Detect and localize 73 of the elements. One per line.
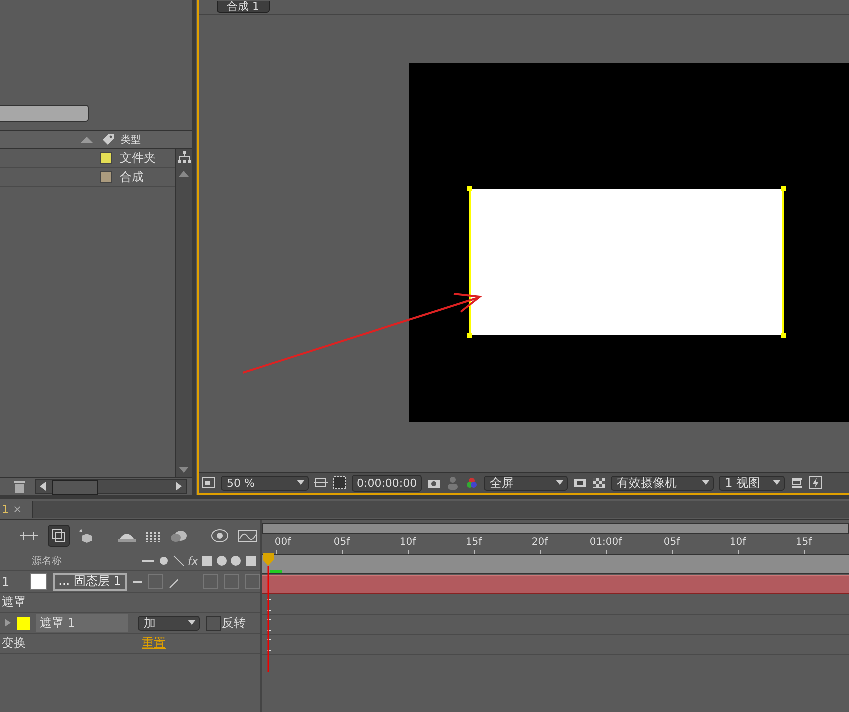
frame-icon[interactable]: [314, 476, 328, 490]
ruler-label: 05f: [334, 537, 350, 548]
checkerboard-icon[interactable]: [592, 476, 606, 490]
keyframe-marker: [267, 598, 271, 610]
scroll-right-icon[interactable]: [176, 482, 182, 491]
switch-box[interactable]: [203, 574, 218, 589]
mask-name-field[interactable]: 遮罩 1: [36, 614, 128, 632]
column-label[interactable]: 类型: [121, 132, 176, 146]
column-header: 源名称: [32, 555, 62, 568]
switch-box[interactable]: [224, 574, 239, 589]
layer-duration-bar[interactable]: [262, 575, 849, 594]
ruler-label: 01:00f: [590, 537, 622, 548]
resolution-dropdown[interactable]: 全屏: [484, 476, 568, 490]
safe-area-icon[interactable]: [573, 476, 588, 490]
zoom-dropdown[interactable]: 50 %: [221, 476, 309, 490]
type-cell-text: 文件夹: [120, 150, 157, 166]
caret-icon: [556, 480, 564, 486]
views-dropdown[interactable]: 1 视图: [719, 476, 786, 490]
expand-arrow-icon[interactable]: [5, 619, 11, 627]
work-area-bar[interactable]: [262, 555, 849, 574]
type-cell-text: 合成: [120, 168, 145, 186]
transform-label[interactable]: 变换: [2, 635, 26, 652]
motion-blur-icon[interactable]: [170, 529, 188, 543]
color-channels-icon[interactable]: [465, 476, 480, 490]
fast-preview-icon[interactable]: [809, 476, 824, 490]
switches-header-icons: [142, 555, 186, 567]
sort-arrow-icon[interactable]: [81, 136, 93, 143]
camera-dropdown[interactable]: 有效摄像机: [611, 476, 714, 490]
invert-label: 反转: [222, 614, 246, 632]
caret-icon: [702, 480, 710, 486]
mask-mode-dropdown[interactable]: 加: [138, 616, 200, 630]
layout-icon[interactable]: [790, 476, 804, 490]
graph-editor-icon[interactable]: [238, 529, 258, 543]
draft-3d-button[interactable]: [48, 525, 70, 547]
bulb-icon[interactable]: [210, 529, 230, 543]
timecode-field[interactable]: 0:00:00:00: [352, 474, 422, 492]
vertical-scrollbar[interactable]: [175, 149, 192, 477]
horizontal-scrollbar[interactable]: [35, 479, 187, 494]
caret-icon: [297, 480, 305, 486]
caret-icon: [773, 480, 782, 486]
tag-icon[interactable]: [101, 132, 115, 146]
layer-number: 1: [2, 574, 10, 588]
keyframe-marker: [267, 618, 271, 630]
ruler-label: 10f: [400, 537, 416, 548]
caret-icon: [188, 620, 196, 626]
scroll-left-icon[interactable]: [40, 482, 46, 491]
ruler-label: 10f: [730, 537, 746, 548]
ruler-label: 15f: [796, 537, 812, 548]
composition-tab[interactable]: 合成 1: [217, 1, 270, 13]
mask-group-label[interactable]: 遮罩: [2, 594, 26, 611]
ruler-label: 15f: [466, 537, 482, 548]
frame-blend-icon[interactable]: [144, 529, 162, 543]
scroll-up-icon[interactable]: [179, 171, 189, 177]
playhead[interactable]: [262, 552, 276, 672]
reset-link[interactable]: 重置: [142, 635, 166, 652]
mask-boundary-icon[interactable]: [333, 476, 347, 490]
time-navigator-bar[interactable]: [262, 523, 849, 534]
switch-box[interactable]: [245, 574, 260, 589]
ruler-label: 00f: [274, 537, 292, 548]
switch-box[interactable]: [148, 574, 163, 589]
timeline-tab[interactable]: 1: [0, 502, 9, 516]
region-icon[interactable]: [202, 476, 216, 490]
ruler-label: 20f: [532, 537, 548, 548]
invert-checkbox[interactable]: [206, 616, 221, 630]
trash-icon[interactable]: [14, 480, 25, 493]
ruler-label: 05f: [664, 537, 680, 548]
search-field[interactable]: [0, 105, 89, 122]
scroll-down-icon[interactable]: [179, 467, 189, 473]
switches-header-icons: [200, 555, 256, 567]
effects-switch-label: fx: [188, 554, 198, 568]
overlapping-squares-icon: [52, 529, 66, 543]
keyframe-marker: [267, 638, 271, 650]
layer-name-field[interactable]: ... 固态层 1: [52, 572, 128, 590]
